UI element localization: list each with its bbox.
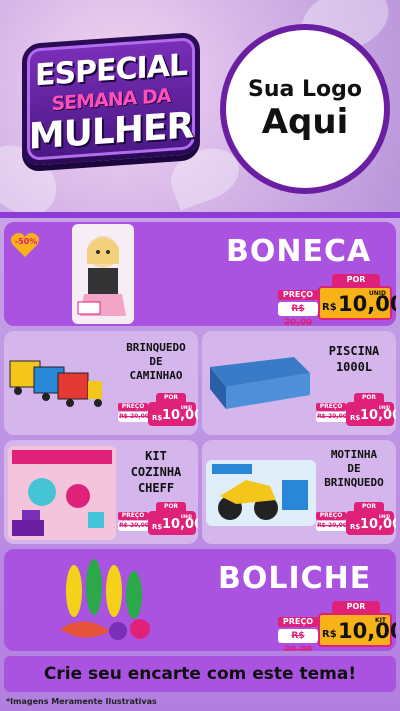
logo-text-2: Aqui: [261, 101, 349, 142]
por-label: POR: [332, 601, 380, 613]
new-price: R$ 10,00 UNID: [318, 286, 396, 320]
toy-motorcycle-image: [206, 460, 316, 526]
old-price: R$ 20,00: [278, 302, 318, 326]
old-price: R$ 20,00: [118, 521, 150, 531]
new-price-value: 10,00: [360, 517, 396, 532]
new-price-value: 10,00: [360, 408, 396, 423]
product-name: KIT COZINHA CHEFF: [130, 449, 182, 495]
product-card-caminhao[interactable]: BRINQUEDO DE CAMINHAO POR PREÇO R$ 20,00 R…: [4, 331, 198, 435]
new-price-value: 10,00: [338, 292, 396, 316]
doll-image: [72, 224, 134, 324]
new-price: R$ 10,00 UNID: [148, 511, 198, 535]
unit-label: UNID: [368, 290, 386, 297]
currency: R$: [322, 302, 337, 313]
price-tag: POR PREÇO R$ 20,00 R$ 10,00 UNID: [314, 393, 396, 429]
logo-text-1: Sua Logo: [247, 76, 362, 102]
new-price: R$ 10,00 KIT: [318, 613, 396, 647]
new-price: R$ 10,00 UNID: [346, 402, 396, 426]
new-price-value: 10,00: [162, 517, 198, 532]
unit-label: UNID: [180, 514, 192, 519]
new-price: R$ 10,00 UNID: [346, 511, 396, 535]
por-label: POR: [156, 393, 186, 402]
price-tag: POR PREÇO R$ 20,00 R$ 10,00 KIT: [276, 601, 396, 651]
currency: R$: [152, 414, 163, 422]
discount-badge-text: -50%: [14, 237, 38, 246]
por-label: POR: [354, 502, 384, 511]
disclaimer-text: *Imagens Meramente Ilustrativas: [6, 697, 157, 706]
preco-label: PREÇO: [118, 512, 148, 520]
new-price: R$ 10,00 UNID: [148, 402, 198, 426]
price-tag: POR PREÇO R$ 20,00 R$ 10,00 UNID: [314, 502, 396, 538]
cta-banner[interactable]: Crie seu encarte com este tema!: [4, 656, 396, 692]
preco-label: PREÇO: [278, 617, 318, 627]
por-label: POR: [354, 393, 384, 402]
unit-label: UNID: [378, 514, 390, 519]
preco-label: PREÇO: [316, 512, 346, 520]
unit-label: UNID: [378, 405, 390, 410]
price-tag: POR PREÇO R$ 20,00 R$ 10,00 UNID: [276, 274, 396, 326]
product-card-kit-cozinha[interactable]: KIT COZINHA CHEFF POR PREÇO R$ 20,00 R$ 10…: [4, 440, 198, 544]
truck-image: [9, 360, 102, 407]
product-name: PISCINA 1000L: [328, 344, 380, 374]
preco-label: PREÇO: [278, 290, 318, 300]
logo-placeholder[interactable]: Sua Logo Aqui: [220, 24, 390, 194]
old-price: R$ 20,00: [316, 521, 348, 531]
product-card-boliche[interactable]: BOLICHE POR PREÇO R$ 20,00 R$ 10,00 KIT: [4, 549, 396, 651]
unit-label: KIT: [375, 617, 386, 624]
product-card-boneca[interactable]: BONECA POR PREÇO R$ 20,00 R$ 10,00 UNID: [4, 222, 396, 326]
product-name: MOTINHA DE BRINQUEDO: [324, 448, 384, 489]
price-tag: POR PREÇO R$ 20,00 R$ 10,00 UNID: [116, 502, 198, 538]
currency: R$: [350, 523, 361, 531]
product-name: BONECA: [226, 234, 372, 269]
preco-label: PREÇO: [118, 403, 148, 411]
new-price-value: 10,00: [338, 619, 396, 643]
old-price: R$ 20,00: [316, 412, 348, 422]
product-card-motinha[interactable]: MOTINHA DE BRINQUEDO POR PREÇO R$ 20,00 R$…: [202, 440, 396, 544]
price-tag: POR PREÇO R$ 20,00 R$ 10,00 UNID: [116, 393, 198, 429]
title-plate: ESPECIAL SEMANA DA MULHER: [22, 31, 200, 167]
old-price: R$ 20,00: [278, 629, 318, 651]
pool-image: [210, 357, 310, 409]
old-price: R$ 20,00: [118, 412, 150, 422]
product-name: BRINQUEDO DE CAMINHAO: [126, 341, 186, 382]
kitchen-kit-image: [8, 446, 116, 540]
currency: R$: [152, 523, 163, 531]
product-name: BOLICHE: [218, 561, 372, 596]
preco-label: PREÇO: [316, 403, 346, 411]
por-label: POR: [156, 502, 186, 511]
header-banner: ESPECIAL SEMANA DA MULHER Sua Logo Aqui: [0, 0, 400, 212]
por-label: POR: [332, 274, 380, 286]
currency: R$: [322, 629, 337, 640]
bowling-set-image: [60, 559, 150, 640]
new-price-value: 10,00: [162, 408, 198, 423]
unit-label: UNID: [180, 405, 192, 410]
product-card-piscina[interactable]: PISCINA1000L POR PREÇO R$ 20,00 R$ 10,00…: [202, 331, 396, 435]
currency: R$: [350, 414, 361, 422]
